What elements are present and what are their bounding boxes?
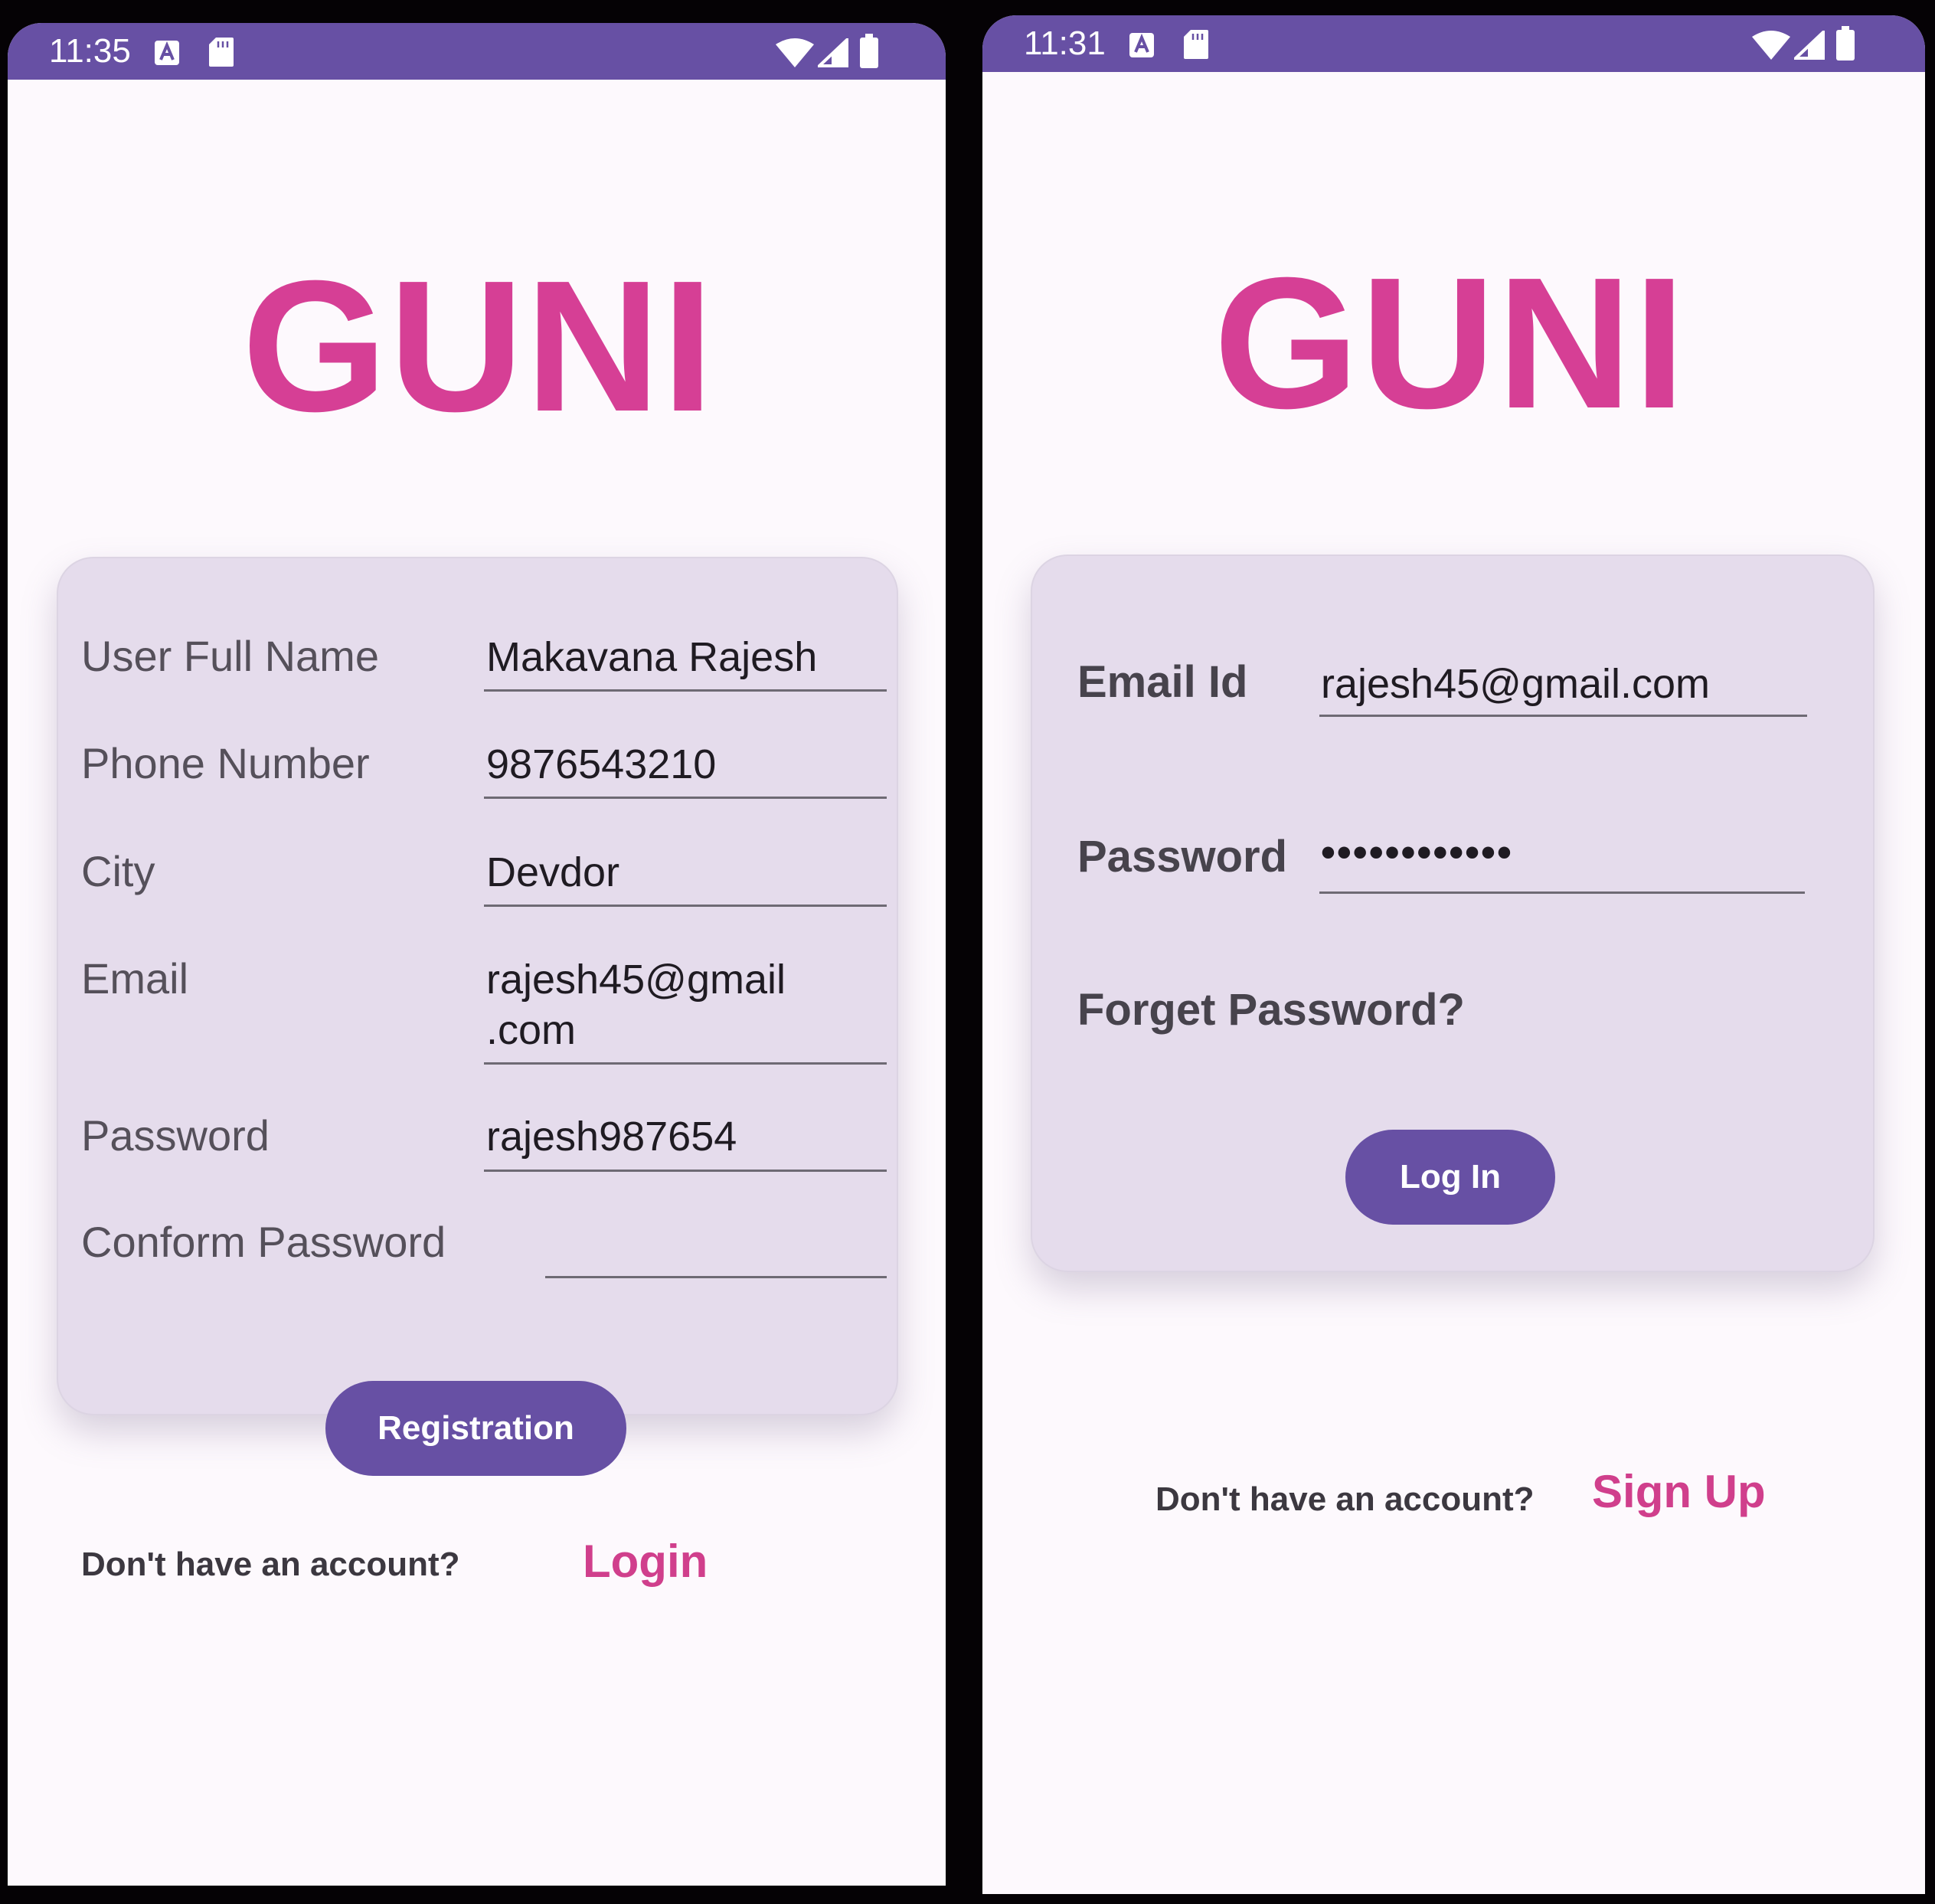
input-underline [484,1170,887,1172]
signal-icon [818,38,848,67]
input-underline [484,1062,887,1065]
password-label: Password [1077,832,1287,882]
logo: GUNI [242,241,715,450]
notification-a-icon [155,41,179,65]
status-time: 11:35 [49,32,131,70]
registration-button[interactable]: Registration [325,1381,626,1476]
wifi-icon [1752,31,1790,60]
status-bar: 11:31 [982,15,1925,72]
signal-icon [1794,31,1825,60]
input-underline [545,1276,887,1278]
login-link[interactable]: Login [583,1536,708,1587]
field-label: Password [81,1111,270,1160]
input-underline [1319,715,1807,717]
input-underline [484,689,887,692]
sd-card-icon [209,38,234,67]
email-input[interactable]: rajesh45@gmail .com [486,954,786,1055]
phone-number-input[interactable]: 9876543210 [486,739,716,790]
status-bar: 11:35 [8,23,946,80]
full-name-input[interactable]: Makavana Rajesh [486,632,817,682]
password-input[interactable]: •••••••••••• [1321,827,1513,878]
sign-up-link[interactable]: Sign Up [1592,1467,1766,1517]
input-underline [1319,891,1805,894]
input-underline [484,905,887,907]
email-input[interactable]: rajesh45@gmail.com [1321,659,1710,709]
log-in-button[interactable]: Log In [1345,1130,1555,1225]
sd-card-icon [1184,30,1208,59]
city-input[interactable]: Devdor [486,847,619,898]
battery-icon [1836,26,1855,61]
field-label: Conform Password [81,1218,446,1266]
status-time: 11:31 [1024,25,1106,62]
input-underline [484,797,887,799]
confirm-password-input[interactable] [547,1218,884,1268]
notification-a-icon [1129,33,1154,57]
forgot-password-link[interactable]: Forget Password? [1077,986,1465,1034]
wifi-icon [776,38,814,67]
field-label: Phone Number [81,739,370,787]
registration-screen: 11:35 GUNI User Full Name Makavana Rajes… [8,23,946,1886]
password-input[interactable]: rajesh987654 [486,1111,737,1162]
footer-prompt: Don't have an account? [1155,1480,1535,1518]
email-label: Email Id [1077,657,1248,707]
logo: GUNI [1214,238,1687,447]
battery-icon [860,34,878,68]
field-label: City [81,847,155,895]
login-screen: 11:31 GUNI Email Id rajesh45@gmail.com P… [982,15,1925,1894]
field-label: User Full Name [81,632,379,680]
footer-prompt: Don't have an account? [81,1546,460,1583]
field-label: Email [81,954,189,1003]
